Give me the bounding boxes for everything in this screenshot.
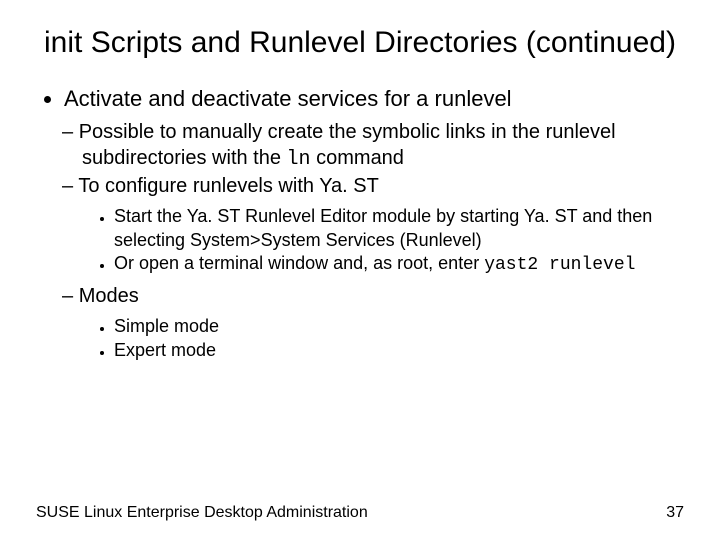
- list-item: Simple mode: [114, 315, 684, 338]
- list-item: To configure runlevels with Ya. ST Start…: [82, 173, 684, 277]
- page-number: 37: [666, 504, 684, 522]
- list-text: Modes: [79, 285, 139, 307]
- list-item: Or open a terminal window and, as root, …: [114, 252, 684, 277]
- list-text: Activate and deactivate services for a r…: [64, 86, 512, 111]
- list-item: Possible to manually create the symbolic…: [82, 119, 684, 173]
- code-text: yast2 runlevel: [484, 255, 635, 275]
- list-item: Start the Ya. ST Runlevel Editor module …: [114, 205, 684, 252]
- list-text: Or open a terminal window and, as root, …: [114, 253, 484, 273]
- slide-footer: SUSE Linux Enterprise Desktop Administra…: [36, 504, 684, 522]
- code-text: ln: [287, 148, 311, 171]
- list-text: To configure runlevels with Ya. ST: [78, 175, 379, 197]
- slide-title: init Scripts and Runlevel Directories (c…: [36, 24, 684, 62]
- list-text: Simple mode: [114, 316, 219, 336]
- bullet-list-level-3: Simple mode Expert mode: [82, 315, 684, 362]
- bullet-list-level-3: Start the Ya. ST Runlevel Editor module …: [82, 205, 684, 277]
- list-text: Start the Ya. ST Runlevel Editor module …: [114, 206, 652, 249]
- list-item: Expert mode: [114, 339, 684, 362]
- bullet-list-level-1: Activate and deactivate services for a r…: [36, 84, 684, 363]
- footer-text: SUSE Linux Enterprise Desktop Administra…: [36, 504, 368, 522]
- list-text: Expert mode: [114, 340, 216, 360]
- list-item: Activate and deactivate services for a r…: [64, 84, 684, 363]
- list-item: Modes Simple mode Expert mode: [82, 283, 684, 362]
- bullet-list-level-2: Possible to manually create the symbolic…: [64, 119, 684, 362]
- slide: init Scripts and Runlevel Directories (c…: [0, 0, 720, 540]
- list-text: command: [311, 147, 404, 169]
